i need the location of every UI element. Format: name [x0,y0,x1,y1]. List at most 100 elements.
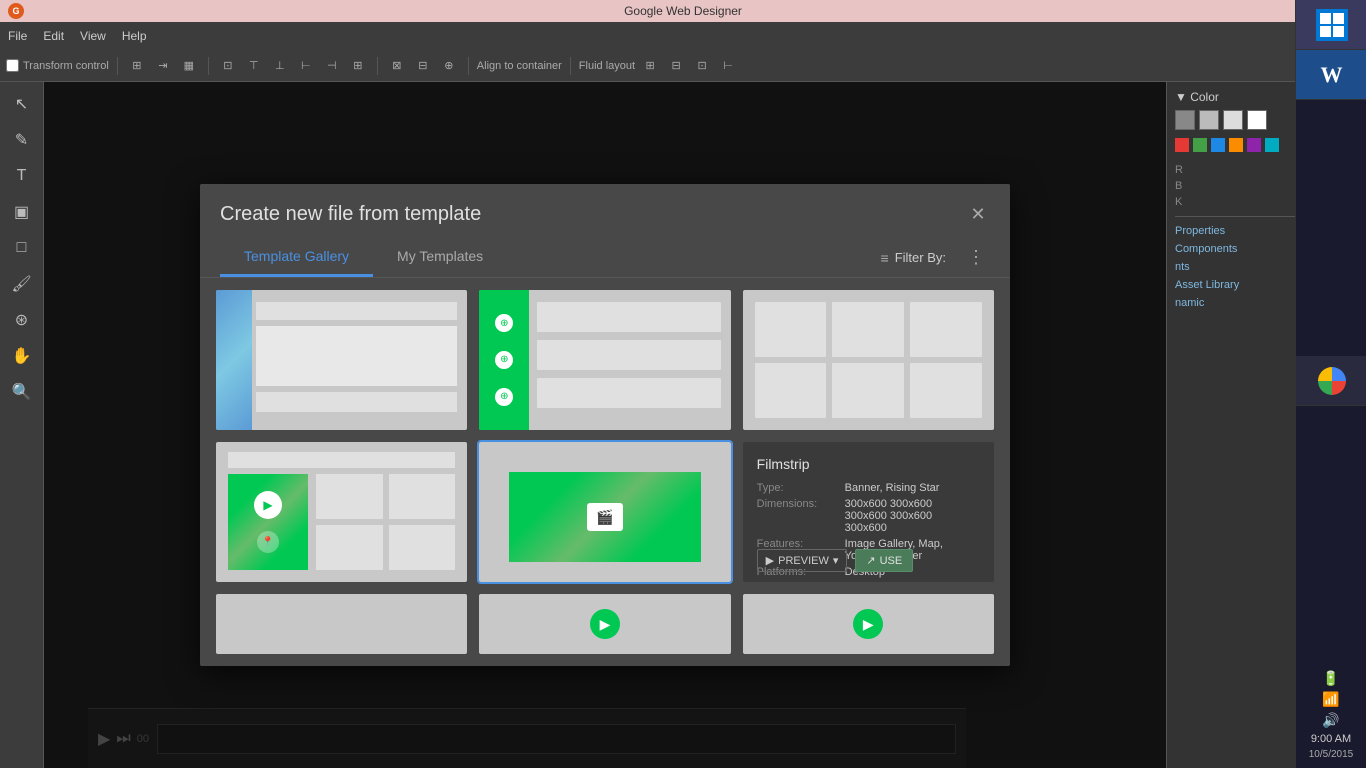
toolbar-btn-8[interactable]: ⊣ [321,55,343,77]
toolbar-btn-6[interactable]: ⊥ [269,55,291,77]
toolbar-btn-14[interactable]: ⊟ [665,55,687,77]
card4-rs4 [389,525,456,570]
info-actions: ▶ PREVIEW ▾ ↗ USE [757,549,914,572]
toolbar-separator-3 [377,57,378,75]
preview-button[interactable]: ▶ PREVIEW ▾ [757,549,848,572]
modal-close-button[interactable]: ✕ [966,202,990,226]
card3-grid [755,302,982,418]
card4-right [316,474,455,570]
swatch-gray[interactable] [1175,110,1195,130]
toolbar-btn-15[interactable]: ⊡ [691,55,713,77]
toolbar-btn-16[interactable]: ⊢ [717,55,739,77]
template-card-7[interactable] [216,594,467,654]
info-type-row: Type: Banner, Rising Star [757,482,980,494]
tool-hand[interactable]: ✋ [6,340,38,372]
tool-text[interactable]: T [6,160,38,192]
toolbar-btn-4[interactable]: ⊡ [217,55,239,77]
tool-tag[interactable]: ⊛ [6,304,38,336]
windows-chrome[interactable] [1296,356,1366,406]
info-type-value: Banner, Rising Star [845,482,940,494]
toolbar-btn-7[interactable]: ⊢ [295,55,317,77]
tool-select[interactable]: ↖ [6,88,38,120]
tool-shape[interactable]: □ [6,232,38,264]
modal-overlay: Create new file from template ✕ Template… [44,82,1166,768]
clock-date: 10/5/2015 [1304,749,1358,760]
tab-my-templates[interactable]: My Templates [373,238,507,277]
info-panel: Filmstrip Type: Banner, Rising Star Dime… [743,442,994,582]
tool-paint[interactable]: 🖌 [6,268,38,300]
card1-block3 [256,392,457,412]
template-modal: Create new file from template ✕ Template… [200,184,1010,666]
use-label: USE [880,555,903,567]
template-card-8[interactable]: ▶ [479,594,730,654]
card2-green-left: ⊕ ⊕ ⊕ [479,290,529,430]
card2-rblock1 [537,302,720,332]
menu-bar: File Edit View Help [0,22,1366,50]
card2-rblock2 [537,340,720,370]
template-card-9[interactable]: ▶ [743,594,994,654]
transform-control: Transform control [6,59,109,72]
swatch-green[interactable] [1193,138,1207,152]
taskbar-wifi: 📶 [1304,691,1358,708]
card2-right [537,302,720,416]
swatch-blue[interactable] [1211,138,1225,152]
toolbar-btn-12[interactable]: ⊕ [438,55,460,77]
toolbar-btn-13[interactable]: ⊞ [639,55,661,77]
tab-template-gallery[interactable]: Template Gallery [220,238,373,277]
template-card-4[interactable]: ▶ 📍 [216,442,467,582]
swatch-cyan[interactable] [1265,138,1279,152]
toolbar: Transform control ⊞ ⇥ ▦ ⊡ ⊤ ⊥ ⊢ ⊣ ⊞ ⊠ ⊟ … [0,50,1366,82]
use-button[interactable]: ↗ USE [855,549,913,572]
windows-start[interactable] [1296,0,1366,50]
toolbar-separator-5 [570,57,571,75]
card1-stripe [216,290,252,430]
toolbar-btn-5[interactable]: ⊤ [243,55,265,77]
info-dim-row: Dimensions: 300x600 300x600 300x600 300x… [757,498,980,534]
info-dim-value: 300x600 300x600 300x600 300x600 300x600 [845,498,932,534]
modal-header: Create new file from template ✕ [200,184,1010,238]
template-card-2[interactable]: ⊕ ⊕ ⊕ [479,290,730,430]
card3-gi4 [755,363,827,418]
modal-tabs: Template Gallery My Templates ≡ Filter B… [200,238,1010,278]
toolbar-btn-3[interactable]: ▦ [178,55,200,77]
toolbar-btn-9[interactable]: ⊞ [347,55,369,77]
filter-button[interactable]: ≡ Filter By: [873,246,954,270]
card2-rblock3 [537,378,720,408]
tool-draw[interactable]: ✎ [6,124,38,156]
card3-gi6 [910,363,982,418]
more-options-button[interactable]: ⋮ [962,244,990,272]
menu-view[interactable]: View [80,29,106,43]
win-logo-q1 [1320,13,1331,24]
template-card-1[interactable] [216,290,467,430]
tool-zoom[interactable]: 🔍 [6,376,38,408]
toolbar-btn-10[interactable]: ⊠ [386,55,408,77]
preview-label: PREVIEW [778,555,829,567]
menu-edit[interactable]: Edit [43,29,64,43]
info-panel-title: Filmstrip [757,456,980,472]
template-card-5[interactable]: 🎬 [479,442,730,582]
card2-icon-1: ⊕ [495,314,513,332]
swatch-light[interactable] [1199,110,1219,130]
template-card-3[interactable] [743,290,994,430]
tool-image[interactable]: ▣ [6,196,38,228]
swatch-lighter[interactable] [1223,110,1243,130]
swatch-purple[interactable] [1247,138,1261,152]
card3-gi5 [832,363,904,418]
toolbar-btn-11[interactable]: ⊟ [412,55,434,77]
card3-gi1 [755,302,827,357]
swatch-white[interactable] [1247,110,1267,130]
swatch-orange[interactable] [1229,138,1243,152]
toolbar-separator-2 [208,57,209,75]
toolbar-btn-2[interactable]: ⇥ [152,55,174,77]
card5-video-icon: 🎬 [587,503,623,531]
windows-word[interactable]: W [1296,50,1366,100]
card2-icon-2: ⊕ [495,351,513,369]
menu-file[interactable]: File [8,29,27,43]
filter-area: ≡ Filter By: ⋮ [873,244,990,272]
toolbar-btn-1[interactable]: ⊞ [126,55,148,77]
card3-gi3 [910,302,982,357]
menu-help[interactable]: Help [122,29,147,43]
transform-checkbox[interactable] [6,59,19,72]
swatch-red[interactable] [1175,138,1189,152]
use-icon: ↗ [866,554,875,567]
